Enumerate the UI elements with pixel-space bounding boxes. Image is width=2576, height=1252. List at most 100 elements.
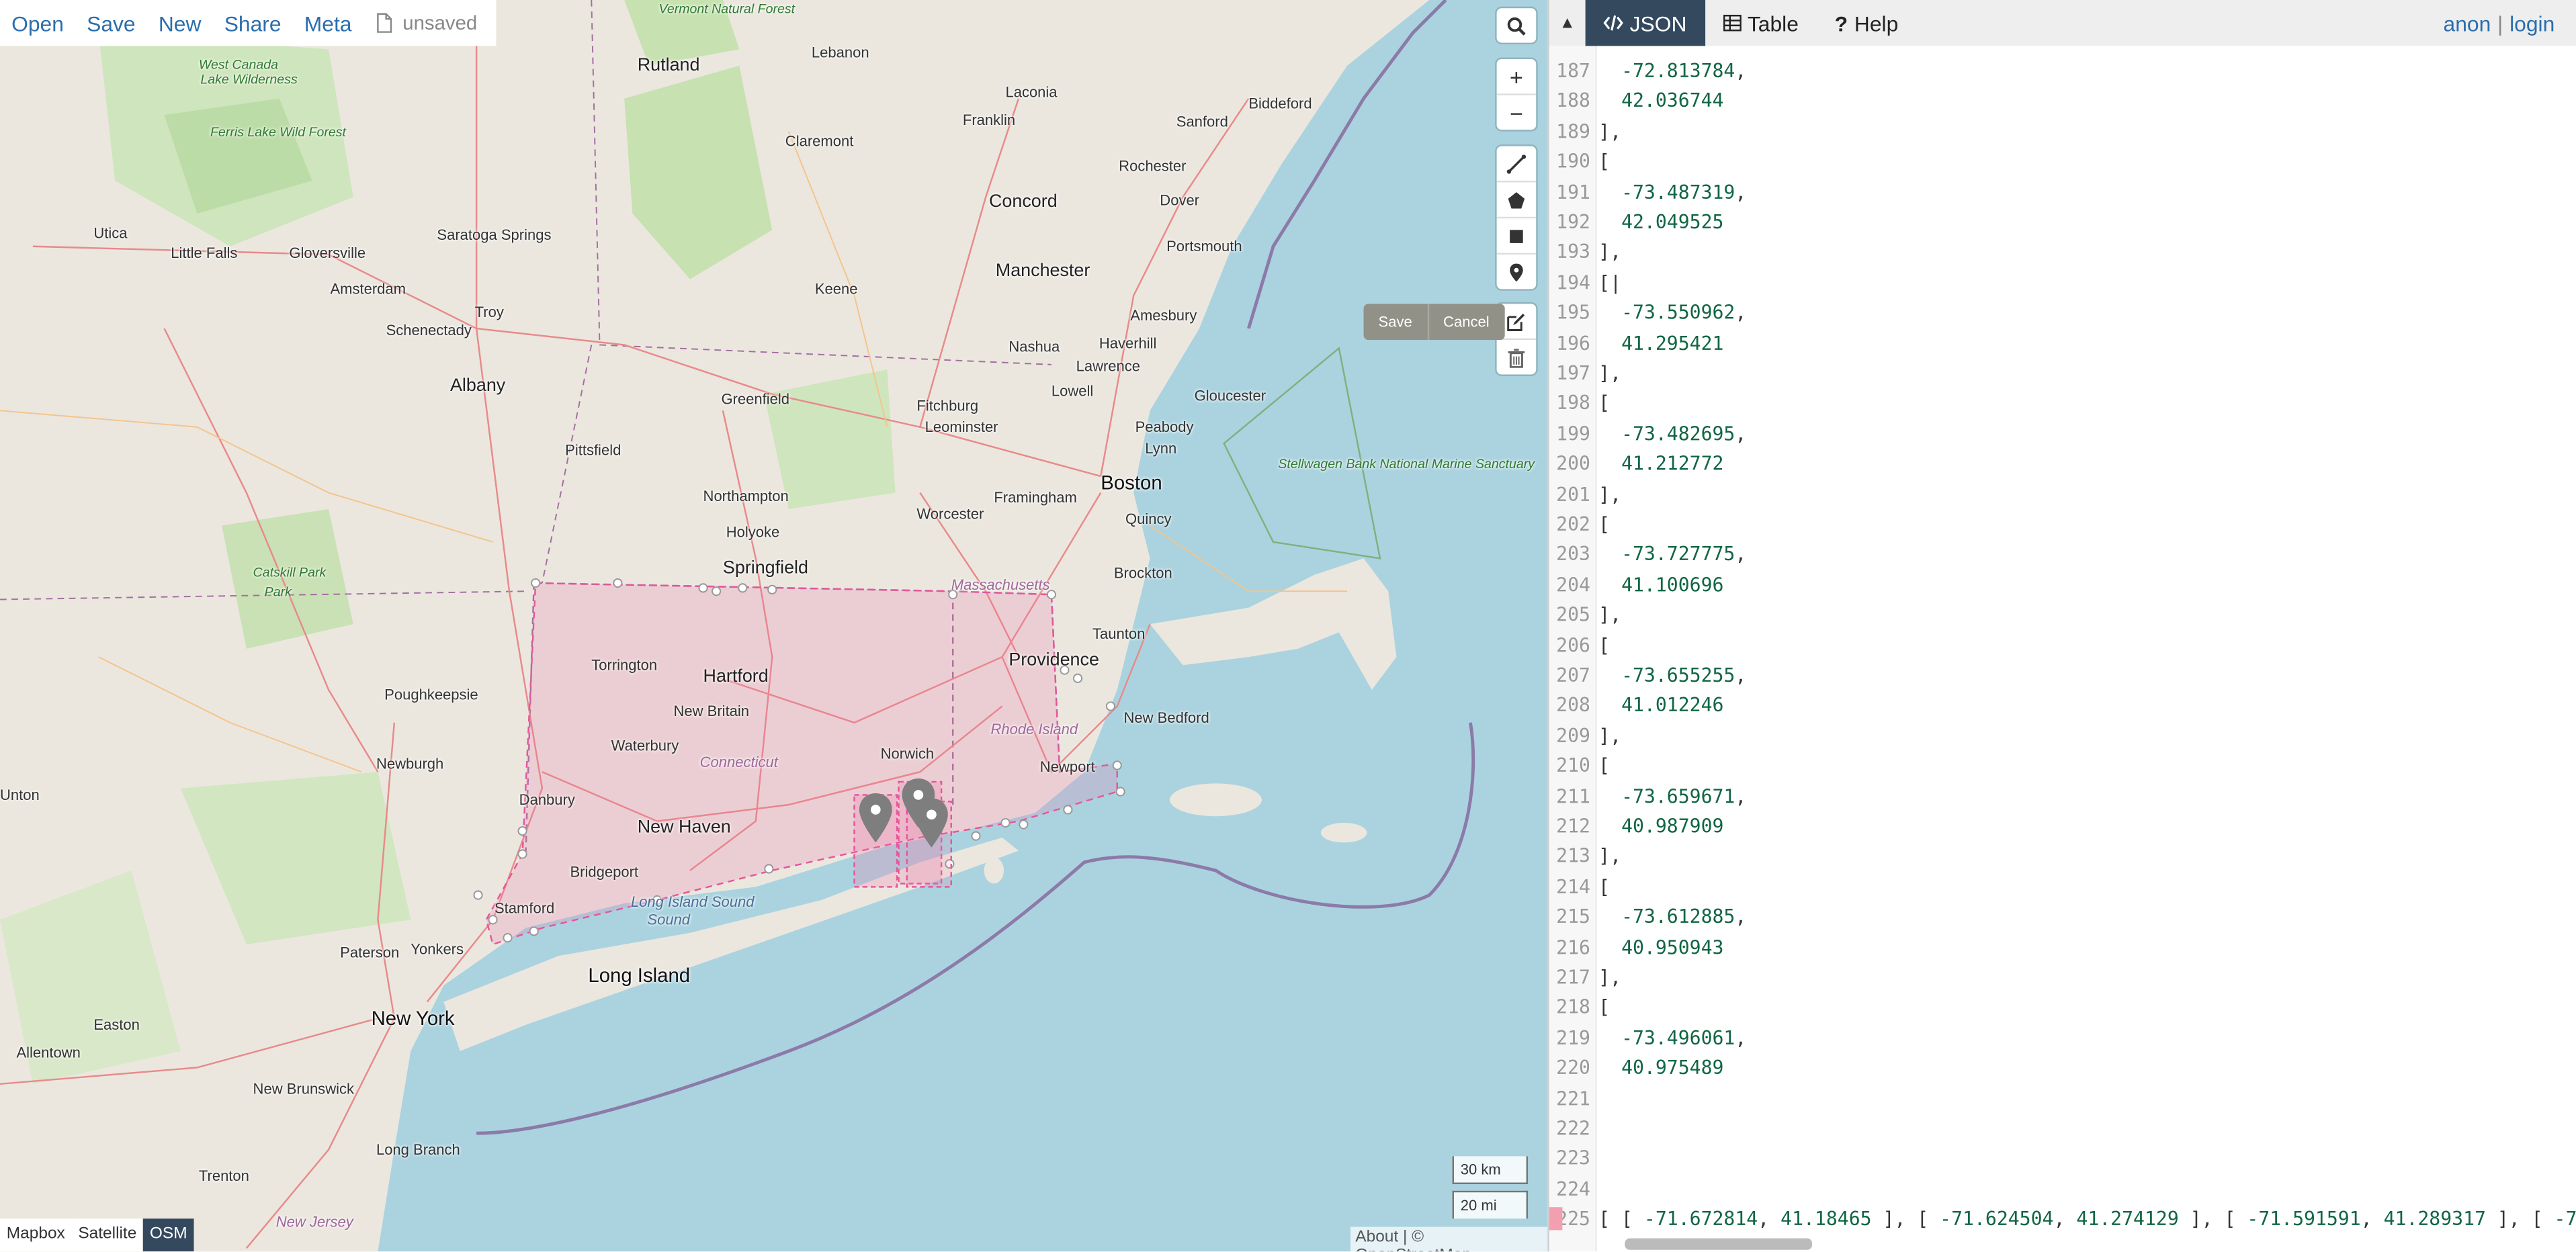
draw-polygon-icon xyxy=(1508,191,1525,208)
line-number: 195 xyxy=(1556,300,1590,324)
layer-mapbox[interactable]: Mapbox xyxy=(0,1218,72,1252)
line-code: ], xyxy=(1598,602,1622,627)
line-code: 41.295421 xyxy=(1621,330,1724,355)
menu-open[interactable]: Open xyxy=(0,11,75,36)
line-number: 194 xyxy=(1556,270,1590,294)
line-number: 196 xyxy=(1556,330,1590,355)
map-place-label: Unton xyxy=(0,787,40,803)
scale-bar: 30 km 20 mi xyxy=(1452,1156,1529,1219)
map-place-label: West Canada xyxy=(198,57,279,73)
tab-help[interactable]: ? Help xyxy=(1817,0,1916,46)
map-marker-icon[interactable] xyxy=(914,798,948,848)
line-number: 221 xyxy=(1556,1086,1590,1110)
json-editor[interactable]: 187 -72.813784, 188 42.036744 189], 190 [191… xyxy=(1549,46,2576,1252)
horizontal-scrollbar[interactable] xyxy=(1625,1238,1813,1250)
menu-meta[interactable]: Meta xyxy=(293,11,363,36)
map-place-label: Sanford xyxy=(1176,113,1228,130)
map-place-label: Long Branch xyxy=(376,1141,460,1158)
map-place-label: Concord xyxy=(989,192,1058,212)
map-place-label: New Bedford xyxy=(1123,709,1209,726)
layer-osm[interactable]: OSM xyxy=(143,1218,194,1252)
draw-line-icon xyxy=(1506,154,1527,173)
line-number: 212 xyxy=(1556,814,1590,838)
panel-tabs: ▲ JSON Table ? Help anon | login xyxy=(1549,0,2576,46)
top-menu: Open Save New Share Meta unsaved xyxy=(0,0,497,46)
line-code: [ xyxy=(1598,633,1611,657)
map-canvas[interactable]: Rutland Lebanon Laconia Franklin Sanford Bidd… xyxy=(0,0,1548,1252)
map-place-label: Lowell xyxy=(1051,382,1094,400)
map-place-label: Providence xyxy=(1008,650,1099,670)
draw-polygon-button[interactable] xyxy=(1496,180,1537,217)
map-place-label: Newburgh xyxy=(376,755,444,772)
tab-json[interactable]: JSON xyxy=(1585,0,1705,46)
line-number: 191 xyxy=(1556,179,1590,204)
map-attribution[interactable]: About | © OpenStreetMap xyxy=(1350,1226,1548,1252)
draw-line-button[interactable] xyxy=(1497,146,1537,181)
layer-satellite[interactable]: Satellite xyxy=(71,1218,144,1252)
line-number: 188 xyxy=(1556,89,1590,113)
zoom-out-button[interactable]: − xyxy=(1496,93,1537,130)
user-anon-link[interactable]: anon xyxy=(2444,11,2491,36)
menu-new[interactable]: New xyxy=(147,11,213,36)
map-place-label: Nashua xyxy=(1008,338,1060,355)
delete-layers-button[interactable] xyxy=(1496,338,1537,375)
tab-help-label: Help xyxy=(1854,10,1899,36)
map-place-label: Park xyxy=(264,584,292,600)
line-number: 204 xyxy=(1556,572,1590,596)
zoom-in-button[interactable]: + xyxy=(1497,59,1537,93)
map-place-label: Biddeford xyxy=(1248,95,1312,112)
collapse-panel-button[interactable]: ▲ xyxy=(1549,0,1586,46)
map-place-label: Franklin xyxy=(962,111,1016,128)
map-place-label: Rutland xyxy=(637,56,700,76)
tab-table-label: Table xyxy=(1747,10,1799,36)
line-code: [ xyxy=(1598,995,1611,1019)
map-place-label: Bridgeport xyxy=(570,864,639,881)
tab-table[interactable]: Table xyxy=(1705,0,1816,46)
line-number: 209 xyxy=(1556,723,1590,748)
map-place-label: Amesbury xyxy=(1130,307,1197,324)
edit-cancel-button[interactable]: Cancel xyxy=(1426,304,1504,341)
line-code: -73.612885, xyxy=(1621,905,1747,928)
zoom-out-icon: − xyxy=(1509,99,1523,126)
line-number: 206 xyxy=(1556,633,1590,657)
map-marker-icon[interactable] xyxy=(859,793,892,843)
line-code: 41.212772 xyxy=(1621,451,1724,476)
map-place-label: Catskill Park xyxy=(253,565,327,580)
line-code: [ xyxy=(1598,512,1611,536)
menu-share[interactable]: Share xyxy=(213,11,293,36)
line-number: 219 xyxy=(1556,1026,1590,1049)
draw-rectangle-button[interactable] xyxy=(1496,216,1537,253)
zoom-control: + − xyxy=(1496,59,1537,130)
line-number: 207 xyxy=(1556,663,1590,687)
line-number: 224 xyxy=(1556,1177,1590,1200)
scale-mi: 20 mi xyxy=(1452,1190,1529,1219)
map-place-label: Lawrence xyxy=(1076,358,1141,375)
login-link[interactable]: login xyxy=(2509,11,2554,36)
edit-save-button[interactable]: Save xyxy=(1363,304,1427,341)
line-code: ], xyxy=(1598,482,1622,506)
line-number: 220 xyxy=(1556,1056,1590,1079)
map-place-label: Claremont xyxy=(785,133,854,150)
draw-control xyxy=(1496,146,1537,289)
map-place-label: Greenfield xyxy=(721,390,789,408)
table-icon xyxy=(1723,15,1742,32)
map-place-label: Stellwagen Bank National Marine Sanctuar… xyxy=(1278,456,1535,472)
edit-layers-icon xyxy=(1507,312,1525,330)
map-place-label: New York xyxy=(371,1006,455,1030)
draw-rectangle-icon xyxy=(1510,229,1523,242)
line-code: -73.655255, xyxy=(1621,663,1747,687)
map-place-label: Boston xyxy=(1101,471,1162,495)
search-button[interactable] xyxy=(1497,8,1537,42)
scale-km: 30 km xyxy=(1452,1156,1529,1184)
line-number: 213 xyxy=(1556,844,1590,868)
draw-marker-button[interactable] xyxy=(1496,253,1537,289)
menu-save[interactable]: Save xyxy=(75,11,147,36)
map-place-label: New Brunswick xyxy=(253,1080,354,1098)
map-place-label: Yonkers xyxy=(411,941,464,958)
user-separator: | xyxy=(2497,10,2503,36)
line-code: 40.975489 xyxy=(1621,1056,1724,1079)
map-place-label: Long Island xyxy=(588,964,691,987)
code-icon xyxy=(1603,15,1623,31)
line-code: ], xyxy=(1598,361,1622,385)
line-code: ], xyxy=(1598,723,1622,748)
